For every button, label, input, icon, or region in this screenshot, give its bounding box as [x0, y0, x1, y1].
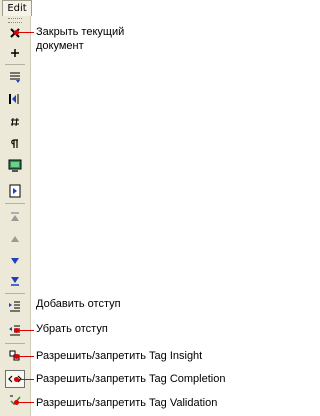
callout-tag-validation: Разрешить/запретить Tag Validation [36, 397, 218, 409]
frame-button[interactable] [5, 182, 25, 200]
tab-edit[interactable]: Edit [2, 0, 32, 16]
indent-icon [8, 300, 22, 312]
callout-add-indent: Добавить отступ [36, 298, 121, 310]
hash-button[interactable] [5, 113, 25, 131]
paragraph-align-button[interactable] [5, 90, 25, 108]
callout-close-document: Закрыть текущий документ [36, 26, 125, 52]
paragraph-align-icon [8, 92, 22, 106]
callout-line [16, 330, 34, 331]
callout-tag-completion: Разрешить/запретить Tag Completion [36, 373, 226, 385]
toolbar-grip[interactable] [8, 18, 22, 23]
move-top-icon [9, 211, 21, 223]
callout-line [16, 356, 34, 357]
list-icon [8, 71, 22, 83]
triangle-down-icon [9, 255, 21, 267]
indent-button[interactable] [5, 297, 25, 315]
frame-icon [9, 184, 21, 198]
move-bottom-button[interactable] [5, 272, 25, 290]
toolbar-separator [5, 343, 25, 344]
callout-line [16, 32, 34, 33]
move-up-button[interactable] [5, 230, 25, 248]
callout-line [16, 402, 34, 403]
monitor-icon [8, 159, 22, 173]
asterisk-button[interactable] [5, 44, 25, 62]
toolbar-separator [5, 64, 25, 65]
hash-icon [9, 116, 21, 128]
toolbar-separator [5, 203, 25, 204]
callout-tag-insight: Разрешить/запретить Tag Insight [36, 350, 203, 362]
pilcrow-icon [9, 138, 21, 150]
callout-remove-indent: Убрать отступ [36, 323, 108, 335]
move-down-button[interactable] [5, 252, 25, 270]
move-bottom-icon [9, 275, 21, 287]
triangle-up-icon [9, 233, 21, 245]
asterisk-icon [9, 47, 21, 59]
callout-line [16, 379, 34, 380]
preview-button[interactable] [5, 157, 25, 175]
list-button[interactable] [5, 68, 25, 86]
move-top-button[interactable] [5, 208, 25, 226]
toolbar-separator [5, 293, 25, 294]
pilcrow-button[interactable] [5, 135, 25, 153]
